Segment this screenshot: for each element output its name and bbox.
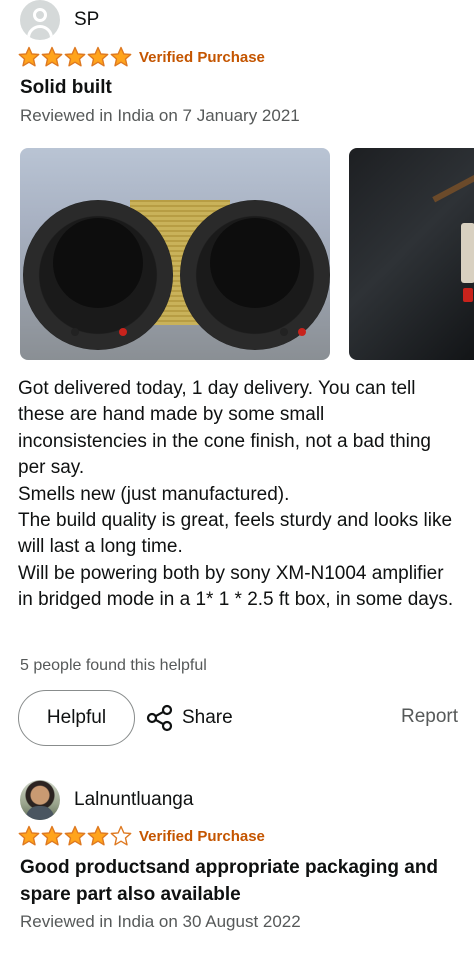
review-title[interactable]: Good productsand appropriate packaging a… (20, 854, 460, 908)
star-filled-icon (18, 825, 40, 846)
star-rating[interactable] (18, 46, 133, 68)
report-link[interactable]: Report (401, 706, 458, 728)
rating-row: Verified Purchase (18, 46, 265, 68)
star-filled-icon (18, 46, 40, 67)
avatar (20, 780, 60, 820)
reviewer-profile[interactable]: Lalnuntluanga (20, 780, 193, 820)
review-body-paragraph: Got delivered today, 1 day delivery. You… (18, 378, 431, 479)
review-image-speakers[interactable] (20, 148, 330, 360)
star-filled-icon (87, 46, 109, 67)
helpful-count: 5 people found this helpful (20, 657, 207, 674)
reviewer-name: SP (74, 9, 100, 30)
rating-row: Verified Purchase (18, 825, 265, 847)
avatar (20, 0, 60, 40)
review-body: Got delivered today, 1 day delivery. You… (18, 376, 458, 614)
star-filled-icon (64, 46, 86, 67)
review-date: Reviewed in India on 7 January 2021 (20, 106, 300, 125)
share-button[interactable]: Share (146, 700, 233, 736)
star-filled-icon (110, 46, 132, 67)
star-empty-icon (110, 825, 132, 846)
star-filled-icon (64, 825, 86, 846)
review-title[interactable]: Solid built (20, 74, 112, 101)
review-date: Reviewed in India on 30 August 2022 (20, 912, 301, 931)
share-icon (146, 704, 173, 732)
star-rating[interactable] (18, 825, 133, 847)
verified-purchase-badge: Verified Purchase (139, 48, 265, 66)
reviewer-name: Lalnuntluanga (74, 789, 194, 810)
star-filled-icon (87, 825, 109, 846)
verified-purchase-badge: Verified Purchase (139, 827, 265, 845)
star-filled-icon (41, 46, 63, 67)
review-image-speaker-closeup[interactable] (349, 148, 474, 360)
review-actions: Helpful Share Report (18, 690, 458, 746)
helpful-button[interactable]: Helpful (18, 690, 135, 746)
star-filled-icon (41, 825, 63, 846)
review-body-paragraph: Smells new (just manufactured). (18, 483, 290, 505)
review-body-paragraph: Will be powering both by sony XM-N1004 a… (18, 562, 454, 611)
review-body-paragraph: The build quality is great, feels sturdy… (18, 510, 453, 558)
review-images (20, 148, 474, 360)
reviewer-profile[interactable]: SP (20, 0, 99, 40)
share-label: Share (182, 707, 233, 728)
